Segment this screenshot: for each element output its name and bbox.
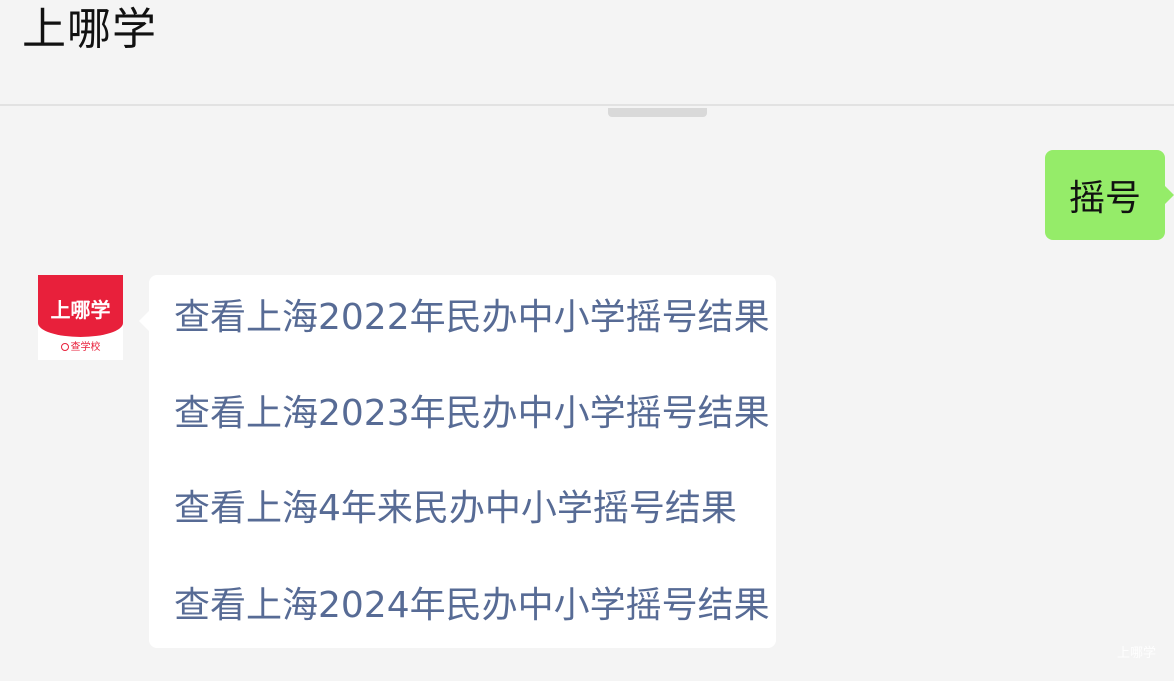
watermark: 上哪学: [1116, 646, 1156, 661]
avatar-tagline: 查学校: [38, 341, 123, 355]
bot-avatar[interactable]: 上哪学 查学校: [38, 275, 123, 360]
outgoing-message-bubble[interactable]: 摇号: [1045, 150, 1174, 240]
reply-link-4-years[interactable]: 查看上海4年来民办中小学摇号结果: [174, 487, 737, 531]
avatar-tagline-text: 查学校: [70, 342, 101, 353]
outgoing-message-text: 摇号: [1068, 178, 1141, 219]
reply-link-2022[interactable]: 查看上海2022年民办中小学摇号结果: [174, 296, 770, 340]
pull-handle[interactable]: [608, 108, 707, 117]
reply-link-2024[interactable]: 查看上海2024年民办中小学摇号结果: [174, 584, 770, 628]
chat-window: 上哪学 摇号 上哪学 查学校 查看上海2022年民办中小学摇号结果 查看上海20…: [0, 0, 1174, 681]
avatar-logo-text: 上哪学: [50, 298, 111, 322]
reply-link-2023[interactable]: 查看上海2023年民办中小学摇号结果: [174, 392, 770, 436]
search-icon: [60, 343, 69, 351]
chat-header: 上哪学: [0, 0, 1174, 106]
chat-title: 上哪学: [22, 4, 157, 55]
incoming-message-bubble: 查看上海2022年民办中小学摇号结果 查看上海2023年民办中小学摇号结果 查看…: [139, 275, 776, 648]
